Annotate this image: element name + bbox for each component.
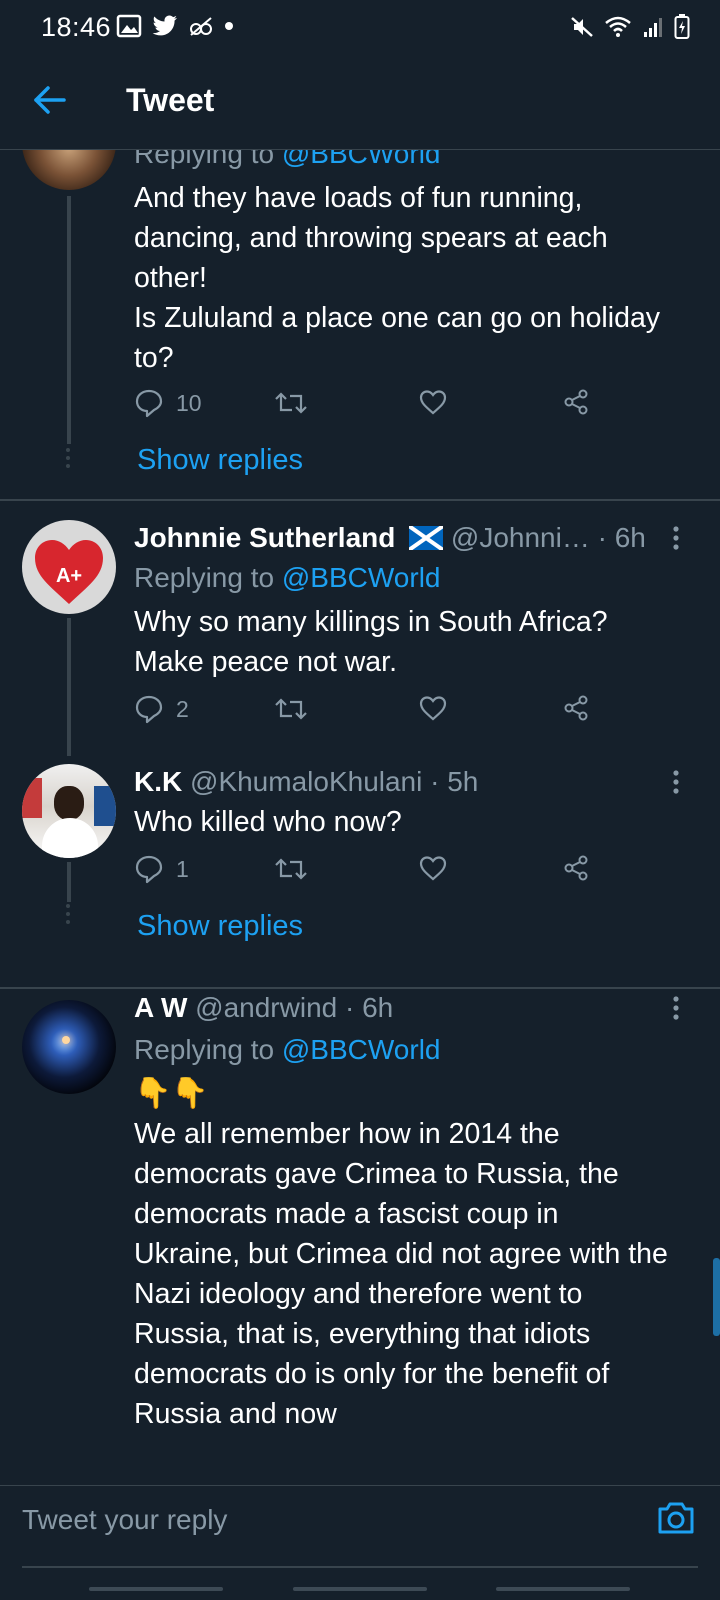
share-button[interactable] bbox=[562, 694, 590, 722]
nav-home-handle[interactable] bbox=[293, 1587, 427, 1591]
author-line: A W @andrwind · 6h bbox=[134, 992, 393, 1024]
share-icon bbox=[564, 695, 588, 721]
reply-icon bbox=[135, 389, 163, 418]
mention-link[interactable]: @BBCWorld bbox=[282, 562, 441, 593]
share-button[interactable] bbox=[562, 854, 590, 882]
retweet-button[interactable] bbox=[274, 388, 308, 418]
app-header: Tweet bbox=[0, 56, 720, 150]
retweet-button[interactable] bbox=[274, 854, 308, 884]
nav-recents-handle[interactable] bbox=[89, 1587, 223, 1591]
author-name[interactable]: Johnnie Sutherland bbox=[134, 522, 395, 553]
heart-icon bbox=[419, 390, 447, 415]
reply-button[interactable]: 2 bbox=[134, 694, 189, 724]
author-name[interactable]: K.K bbox=[134, 766, 182, 797]
camera-icon[interactable] bbox=[654, 1496, 698, 1540]
reply-count: 10 bbox=[176, 389, 202, 416]
reply-icon bbox=[135, 695, 163, 724]
like-button[interactable] bbox=[418, 854, 448, 882]
divider bbox=[0, 499, 720, 501]
author-handle-time: @andrwind · 6h bbox=[187, 992, 394, 1023]
mute-icon bbox=[571, 17, 593, 37]
tweet-actions: 1 bbox=[134, 854, 614, 894]
gallery-icon bbox=[116, 14, 142, 38]
system-nav-bar bbox=[0, 1570, 720, 1600]
nav-back-handle[interactable] bbox=[496, 1587, 630, 1591]
author-line: Johnnie Sutherland @Johnni… · 6h bbox=[134, 522, 646, 554]
reply-button[interactable]: 1 bbox=[134, 854, 189, 884]
status-time: 18:46 bbox=[41, 12, 112, 42]
retweet-icon bbox=[275, 392, 307, 414]
more-options-icon[interactable] bbox=[668, 768, 684, 798]
thread-line bbox=[67, 862, 71, 902]
reply-count: 2 bbox=[176, 695, 189, 722]
thread-line bbox=[67, 618, 71, 756]
notification-icons bbox=[116, 14, 234, 38]
thread-dots bbox=[64, 904, 72, 928]
emoji-row: 👇👇 bbox=[134, 1077, 209, 1110]
battery-icon bbox=[674, 14, 690, 39]
scotland-flag-icon bbox=[407, 524, 445, 552]
replying-to: Replying to @BBCWorld bbox=[134, 150, 440, 170]
retweet-icon bbox=[275, 858, 307, 880]
like-button[interactable] bbox=[418, 694, 448, 722]
dot-icon bbox=[225, 22, 233, 30]
avatar[interactable]: A+ bbox=[22, 520, 116, 614]
tweet-text: And they have loads of fun running, danc… bbox=[134, 182, 661, 374]
mention-link[interactable]: @BBCWorld bbox=[282, 150, 441, 169]
status-bar: 18:46 bbox=[0, 0, 720, 56]
tweet-text: Why so many killings in South Africa? Ma… bbox=[134, 606, 608, 678]
avatar[interactable] bbox=[22, 1000, 116, 1094]
thread-dots bbox=[64, 448, 72, 472]
twitter-icon bbox=[152, 15, 177, 36]
author-line: K.K @KhumaloKhulani · 5h bbox=[134, 766, 478, 798]
share-icon bbox=[564, 855, 588, 881]
system-icons bbox=[570, 14, 690, 40]
retweet-button[interactable] bbox=[274, 694, 308, 724]
reply-icon bbox=[135, 855, 163, 884]
reply-count: 1 bbox=[176, 855, 189, 882]
show-replies-link[interactable]: Show replies bbox=[137, 910, 303, 943]
scrollbar[interactable] bbox=[713, 1258, 720, 1336]
heart-icon bbox=[419, 856, 447, 881]
tweet-item[interactable]: A W @andrwind · 6h Replying to @BBCWorld… bbox=[0, 990, 720, 1485]
thread-line bbox=[67, 196, 71, 444]
wifi-icon bbox=[605, 16, 631, 37]
tweet-item[interactable]: K.K @KhumaloKhulani · 5h Who killed who … bbox=[0, 764, 720, 964]
avatar[interactable] bbox=[22, 764, 116, 858]
tweet-text: Who killed who now? bbox=[134, 806, 402, 838]
like-button[interactable] bbox=[418, 388, 448, 416]
more-options-icon[interactable] bbox=[668, 994, 684, 1024]
reply-button[interactable]: 10 bbox=[134, 388, 202, 418]
svg-text:A+: A+ bbox=[56, 565, 82, 587]
retweet-icon bbox=[275, 698, 307, 720]
reply-input[interactable] bbox=[22, 1500, 622, 1540]
reply-bar bbox=[0, 1485, 720, 1555]
tweet-actions: 10 bbox=[134, 388, 614, 428]
show-replies-link[interactable]: Show replies bbox=[137, 444, 303, 477]
avatar[interactable] bbox=[22, 150, 116, 190]
page-title: Tweet bbox=[126, 82, 215, 118]
heart-icon bbox=[419, 696, 447, 721]
replying-to: Replying to @BBCWorld bbox=[134, 562, 441, 593]
tweet-item[interactable]: Replying to @BBCWorld And they have load… bbox=[0, 150, 720, 500]
reply-underline bbox=[22, 1566, 698, 1568]
tweet-item[interactable]: A+ Johnnie Sutherland @Johnni… · 6h Repl… bbox=[0, 502, 720, 756]
no-data-icon bbox=[190, 17, 212, 36]
author-handle-time: @Johnni… · 6h bbox=[443, 522, 646, 553]
author-name[interactable]: A W bbox=[134, 992, 187, 1023]
more-options-icon[interactable] bbox=[668, 524, 684, 554]
tweet-actions: 2 bbox=[134, 694, 614, 734]
share-icon bbox=[564, 389, 588, 415]
replying-to: Replying to @BBCWorld bbox=[134, 1034, 441, 1065]
divider bbox=[0, 987, 720, 989]
share-button[interactable] bbox=[562, 388, 590, 416]
mention-link[interactable]: @BBCWorld bbox=[282, 1034, 441, 1065]
heart-avatar-icon: A+ bbox=[35, 540, 103, 604]
tweet-text: 👇👇 We all remember how in 2014 the democ… bbox=[134, 1074, 704, 1434]
author-handle-time: @KhumaloKhulani · 5h bbox=[182, 766, 479, 797]
reply-feed[interactable]: Replying to @BBCWorld And they have load… bbox=[0, 150, 720, 1485]
signal-icon bbox=[644, 18, 662, 37]
back-arrow-icon[interactable] bbox=[28, 78, 72, 122]
